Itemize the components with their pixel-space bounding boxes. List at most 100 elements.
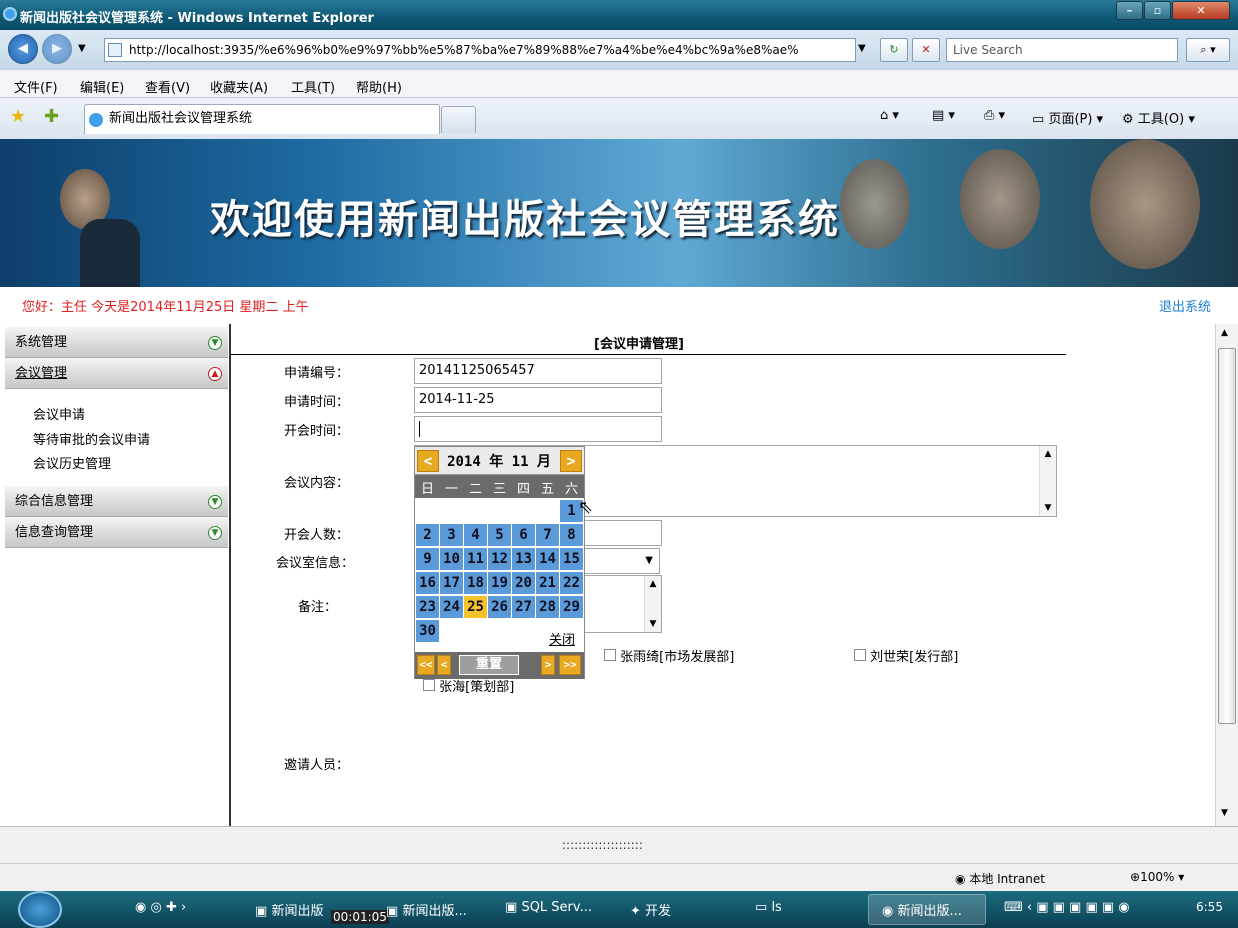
menu-help[interactable]: 帮助(H) — [356, 77, 402, 96]
calendar-day[interactable]: 14 — [536, 548, 559, 570]
new-tab-button[interactable] — [441, 106, 476, 133]
collapse-icon[interactable]: ▲ — [208, 367, 222, 381]
scroll-thumb[interactable] — [1218, 348, 1236, 724]
taskbar-item[interactable]: ▣ 新闻出版 — [255, 900, 323, 919]
tab-current[interactable]: 新闻出版社会议管理系统 — [84, 104, 440, 134]
checkbox[interactable] — [604, 649, 616, 661]
menu-favorites[interactable]: 收藏夹(A) — [210, 77, 268, 96]
sidebar-item-meeting-apply[interactable]: 会议申请 — [33, 404, 85, 423]
calendar-day[interactable]: 3 — [440, 524, 463, 546]
calendar-day[interactable]: 6 — [512, 524, 535, 546]
next-month-button[interactable]: > — [560, 450, 582, 472]
calendar-day[interactable]: 4 — [464, 524, 487, 546]
favorites-star-icon[interactable]: ★ — [10, 106, 26, 127]
calendar-day[interactable]: 7 — [536, 524, 559, 546]
forward-icon[interactable]: ▶ — [42, 34, 72, 64]
calendar-day[interactable]: 20 — [512, 572, 535, 594]
checkbox[interactable] — [423, 679, 435, 691]
sidebar-item-pending-approval[interactable]: 等待审批的会议申请 — [33, 429, 150, 448]
calendar-day[interactable]: 24 — [440, 596, 463, 618]
taskbar-item[interactable]: ◉ 新闻出版... — [882, 900, 962, 919]
calendar-day[interactable]: 26 — [488, 596, 511, 618]
address-dropdown-icon[interactable]: ▼ — [858, 43, 866, 54]
tray-icons[interactable]: ⌨ ‹ ▣ ▣ ▣ ▣ ▣ ◉ — [1004, 900, 1130, 915]
tools-menu-button[interactable]: ⚙ 工具(O) ▾ — [1122, 108, 1195, 127]
prev-month-footer-button[interactable]: < — [437, 655, 451, 675]
calendar-day[interactable]: 29 — [560, 596, 583, 618]
calendar-day[interactable]: 17 — [440, 572, 463, 594]
calendar-day[interactable]: 15 — [560, 548, 583, 570]
calendar-day[interactable]: 27 — [512, 596, 535, 618]
calendar-day[interactable]: 11 — [464, 548, 487, 570]
apply-no-field[interactable]: 20141125065457 — [414, 358, 662, 384]
expand-icon[interactable]: ▼ — [208, 336, 222, 350]
zoom-control[interactable]: ⊕100% ▾ — [1130, 870, 1184, 884]
calendar-day[interactable]: 23 — [416, 596, 439, 618]
apply-time-field[interactable]: 2014-11-25 — [414, 387, 662, 413]
search-field[interactable]: Live Search — [946, 38, 1178, 62]
taskbar-item[interactable]: ▭ ls — [755, 900, 782, 915]
menu-file[interactable]: 文件(F) — [14, 77, 58, 96]
sidebar-item-meeting-history[interactable]: 会议历史管理 — [33, 453, 111, 472]
scroll-up-icon[interactable]: ▲ — [1221, 328, 1228, 338]
menu-tools[interactable]: 工具(T) — [291, 77, 335, 96]
calendar-day[interactable]: 13 — [512, 548, 535, 570]
expand-icon[interactable]: ▼ — [208, 495, 222, 509]
calendar-day[interactable]: 5 — [488, 524, 511, 546]
taskbar-item[interactable]: ▣ 新闻出版... — [386, 900, 467, 919]
expand-icon[interactable]: ▼ — [208, 526, 222, 540]
menu-edit[interactable]: 编辑(E) — [80, 77, 124, 96]
calendar-day[interactable]: 12 — [488, 548, 511, 570]
add-favorite-icon[interactable]: ✚ — [44, 106, 59, 127]
calendar-day[interactable]: 19 — [488, 572, 511, 594]
calendar-reset-button[interactable]: 重置 — [459, 655, 519, 675]
sidebar-section-info[interactable]: 综合信息管理 ▼ — [5, 486, 228, 517]
history-dropdown-icon[interactable]: ▼ — [78, 43, 86, 54]
sidebar-section-meeting[interactable]: 会议管理 ▲ — [5, 358, 228, 389]
prev-month-button[interactable]: < — [417, 450, 439, 472]
sidebar-section-query[interactable]: 信息查询管理 ▼ — [5, 517, 228, 548]
calendar-day[interactable]: 21 — [536, 572, 559, 594]
invitee-option[interactable]: 张雨绮[市场发展部] — [604, 646, 734, 665]
taskbar-item[interactable]: ✦ 开发 — [630, 900, 671, 919]
textarea-scrollbar[interactable]: ▲ ▼ — [644, 576, 661, 632]
scroll-down-icon[interactable]: ▼ — [1221, 808, 1228, 818]
checkbox[interactable] — [854, 649, 866, 661]
refresh-icon[interactable]: ↻ — [880, 38, 908, 62]
sidebar-section-system[interactable]: 系统管理 ▼ — [5, 327, 228, 358]
calendar-day[interactable]: 28 — [536, 596, 559, 618]
start-button[interactable] — [18, 891, 62, 928]
next-year-button[interactable]: >> — [559, 655, 581, 675]
calendar-day[interactable]: 8 — [560, 524, 583, 546]
stop-icon[interactable]: ✕ — [912, 38, 940, 62]
calendar-day[interactable]: 9 — [416, 548, 439, 570]
feeds-icon[interactable]: ▤ ▾ — [932, 108, 955, 123]
page-menu-button[interactable]: ▭ 页面(P) ▾ — [1032, 108, 1103, 127]
prev-year-button[interactable]: << — [417, 655, 435, 675]
invitee-option[interactable]: 刘世荣[发行部] — [854, 646, 958, 665]
calendar-day[interactable]: 22 — [560, 572, 583, 594]
calendar-day[interactable]: 30 — [416, 620, 439, 642]
calendar-day[interactable]: 16 — [416, 572, 439, 594]
logout-link[interactable]: 退出系统 — [1159, 296, 1211, 315]
print-icon[interactable]: ⎙ ▾ — [984, 108, 1005, 123]
textarea-scrollbar[interactable]: ▲ ▼ — [1039, 446, 1056, 516]
start-time-field[interactable] — [414, 416, 662, 442]
next-month-footer-button[interactable]: > — [541, 655, 555, 675]
close-button[interactable]: ✕ — [1172, 1, 1230, 20]
calendar-day[interactable]: 10 — [440, 548, 463, 570]
search-button[interactable]: ⌕ ▾ — [1186, 38, 1230, 62]
page-scrollbar[interactable]: ▲ ▼ — [1215, 324, 1238, 826]
back-icon[interactable]: ◀ — [8, 34, 38, 64]
maximize-button[interactable]: ▫ — [1144, 1, 1171, 20]
home-icon[interactable]: ⌂ ▾ — [880, 108, 899, 123]
menu-view[interactable]: 查看(V) — [145, 77, 190, 96]
calendar-day[interactable]: 2 — [416, 524, 439, 546]
taskbar-item[interactable]: ▣ SQL Serv... — [505, 900, 592, 915]
quicklaunch-icons[interactable]: ◉ ◎ ✚ › — [135, 900, 186, 915]
address-field[interactable]: http://localhost:3935/%e6%96%b0%e9%97%bb… — [104, 38, 856, 62]
minimize-button[interactable]: – — [1116, 1, 1143, 20]
calendar-day-today[interactable]: 25 — [464, 596, 487, 618]
calendar-close-link[interactable]: 关闭 — [549, 629, 575, 648]
calendar-day[interactable]: 18 — [464, 572, 487, 594]
